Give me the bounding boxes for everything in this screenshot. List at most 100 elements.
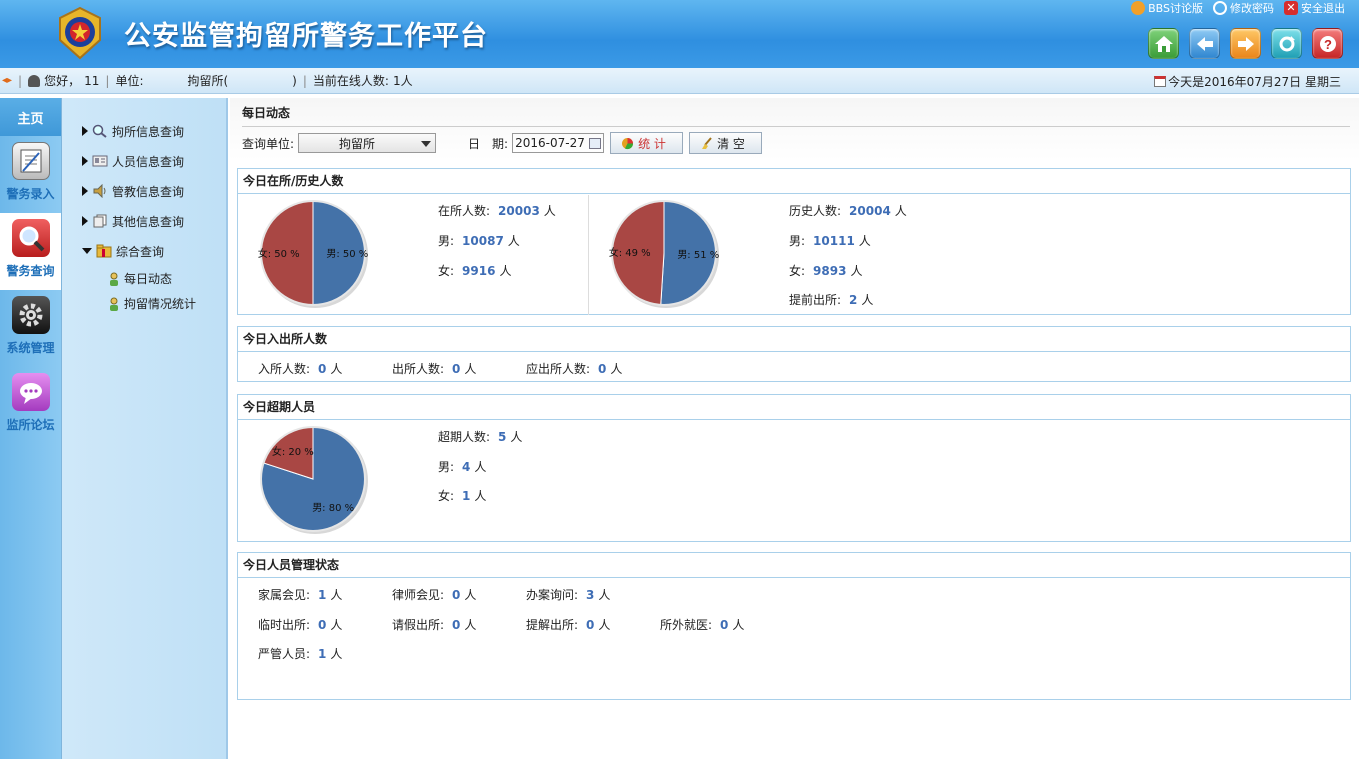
home-tab[interactable]: 主页 (0, 98, 61, 136)
stat-unit: 人 (543, 204, 556, 218)
stat-label: 女: (438, 489, 455, 503)
panel-title: 今日入出所人数 (238, 327, 1350, 352)
magnifier-icon (11, 219, 50, 257)
tree-item-label: 其他信息查询 (112, 214, 185, 229)
pie-data-label: 女: 50 % (258, 247, 300, 260)
stat-overdue-female: 女: 1 人 (438, 487, 486, 504)
documents-icon (93, 214, 107, 228)
top-links: BBS讨论版 修改密码 ✕ 安全退出 (1131, 0, 1345, 16)
tree-item-other-query[interactable]: 其他信息查询 (62, 206, 226, 236)
stat-unit: 人 (732, 618, 745, 632)
clear-button[interactable]: 清 空 (689, 132, 763, 154)
logout-label: 安全退出 (1301, 2, 1345, 15)
chat-bubble-icon (11, 373, 50, 411)
stat-unit: 人 (510, 430, 523, 444)
tree-item-guard-query[interactable]: 管教信息查询 (62, 176, 226, 206)
stat-value: 20004 (849, 204, 891, 218)
page-title: 每日动态 (242, 106, 291, 120)
clear-button-label: 清 空 (717, 136, 745, 151)
stat-history-male: 男: 10111 人 (789, 232, 871, 249)
module-forum[interactable]: 监所论坛 (0, 367, 61, 444)
module-police-query[interactable]: 警务查询 (0, 213, 61, 290)
stat-button[interactable]: 统 计 (610, 132, 684, 154)
forward-icon (1237, 36, 1254, 51)
query-unit-label: 查询单位: (242, 136, 295, 151)
change-password-label: 修改密码 (1230, 2, 1274, 15)
stat-unit: 人 (464, 588, 477, 602)
collapse-toggle-icon[interactable]: ◂▸ (2, 75, 12, 86)
module-police-entry[interactable]: 警务录入 (0, 136, 61, 213)
logout-link[interactable]: ✕ 安全退出 (1284, 0, 1345, 16)
stat-label: 家属会见: (258, 588, 311, 602)
stat-value: 0 (586, 618, 595, 632)
expand-arrow-icon[interactable] (82, 186, 88, 196)
bbs-link[interactable]: BBS讨论版 (1131, 0, 1203, 16)
stat-unit: 人 (507, 234, 520, 248)
stat-history-early: 提前出所: 2 人 (789, 291, 873, 308)
speaker-icon (93, 184, 106, 198)
panel-title: 今日超期人员 (238, 395, 1350, 420)
tree-item-composite-query[interactable]: 综合查询 (62, 236, 226, 266)
stat-label: 严管人员: (258, 647, 311, 661)
online-count: 1人 (392, 74, 413, 88)
stat-value: 0 (452, 588, 461, 602)
expand-arrow-icon[interactable] (82, 216, 88, 226)
stat-value: 2 (849, 293, 858, 307)
info-bar: ◂▸ | 您好， 11 | 单位: 拘留所( ) | 当前在线人数: 1人 今天… (0, 68, 1359, 94)
stat-current-male: 男: 10087 人 (438, 232, 520, 249)
stat-value: 0 (452, 618, 461, 632)
stat-status-strict-control: 严管人员: 1 人 (258, 645, 342, 662)
stat-value: 0 (318, 618, 327, 632)
panel-title: 今日在所/历史人数 (238, 169, 1350, 194)
person-icon (110, 272, 118, 286)
module-label: 监所论坛 (6, 418, 55, 432)
title-divider (242, 126, 1350, 127)
tree-sub-daily-dynamics[interactable]: 每日动态 (62, 266, 226, 291)
pie-chart-overdue: 男: 80 % 女: 20 % (260, 426, 368, 534)
stat-status-family-visit: 家属会见: 1 人 (258, 586, 342, 603)
query-unit-select[interactable]: 拘留所 (298, 133, 437, 153)
stat-unit: 人 (858, 234, 871, 248)
stat-status-lawyer-visit: 律师会见: 0 人 (392, 586, 476, 603)
date-input[interactable]: 2016-07-27 (512, 133, 605, 153)
calendar-icon[interactable] (589, 138, 602, 149)
stat-label: 女: (789, 264, 806, 278)
stat-label: 男: (438, 234, 455, 248)
pie-data-label: 男: 51 % (677, 249, 719, 261)
stat-status-outside-medical: 所外就医: 0 人 (660, 616, 744, 633)
tree-sub-detention-stats[interactable]: 拘留情况统计 (62, 291, 226, 316)
collapse-arrow-icon[interactable] (82, 248, 92, 254)
stat-inout-admit: 入所人数: 0 人 (258, 360, 342, 377)
unit-label: 单位: (115, 74, 144, 88)
back-button[interactable] (1189, 28, 1220, 59)
tree-sub-label: 每日动态 (124, 272, 173, 286)
stat-value: 0 (598, 362, 607, 376)
pie-data-label: 男: 50 % (326, 248, 368, 260)
expand-arrow-icon[interactable] (82, 156, 88, 166)
stat-unit: 人 (464, 362, 477, 376)
stat-status-escort-out: 提解出所: 0 人 (526, 616, 610, 633)
forward-button[interactable] (1230, 28, 1261, 59)
header: 公安监管拘留所警务工作平台 BBS讨论版 修改密码 ✕ 安全退出 ? (0, 0, 1359, 68)
tree-item-facility-query[interactable]: 拘所信息查询 (62, 116, 226, 146)
stat-unit: 人 (330, 362, 343, 376)
stat-label: 请假出所: (392, 618, 445, 632)
change-password-link[interactable]: 修改密码 (1213, 0, 1274, 16)
stat-status-temp-leave: 临时出所: 0 人 (258, 616, 342, 633)
expand-arrow-icon[interactable] (82, 126, 88, 136)
nav-buttons: ? (1148, 28, 1343, 59)
tree-item-label: 管教信息查询 (112, 184, 185, 199)
panel-current-history: 今日在所/历史人数 男: 50 % 女: 50 % 在所人数: 20003 人 男: 1… (237, 168, 1351, 315)
pie-data-label: 男: 80 % (312, 502, 354, 514)
tree-item-person-query[interactable]: 人员信息查询 (62, 146, 226, 176)
stat-unit: 人 (598, 588, 611, 602)
home-button[interactable] (1148, 28, 1179, 59)
stat-value: 4 (462, 460, 471, 474)
module-system-admin[interactable]: 系统管理 (0, 290, 61, 367)
help-button[interactable]: ? (1312, 28, 1343, 59)
refresh-button[interactable] (1271, 28, 1302, 59)
bbs-link-label: BBS讨论版 (1148, 2, 1203, 15)
unit-close: ) (292, 73, 297, 88)
pie-chart-history: 男: 51 % 女: 49 % (609, 200, 719, 308)
module-label: 警务录入 (6, 187, 55, 201)
